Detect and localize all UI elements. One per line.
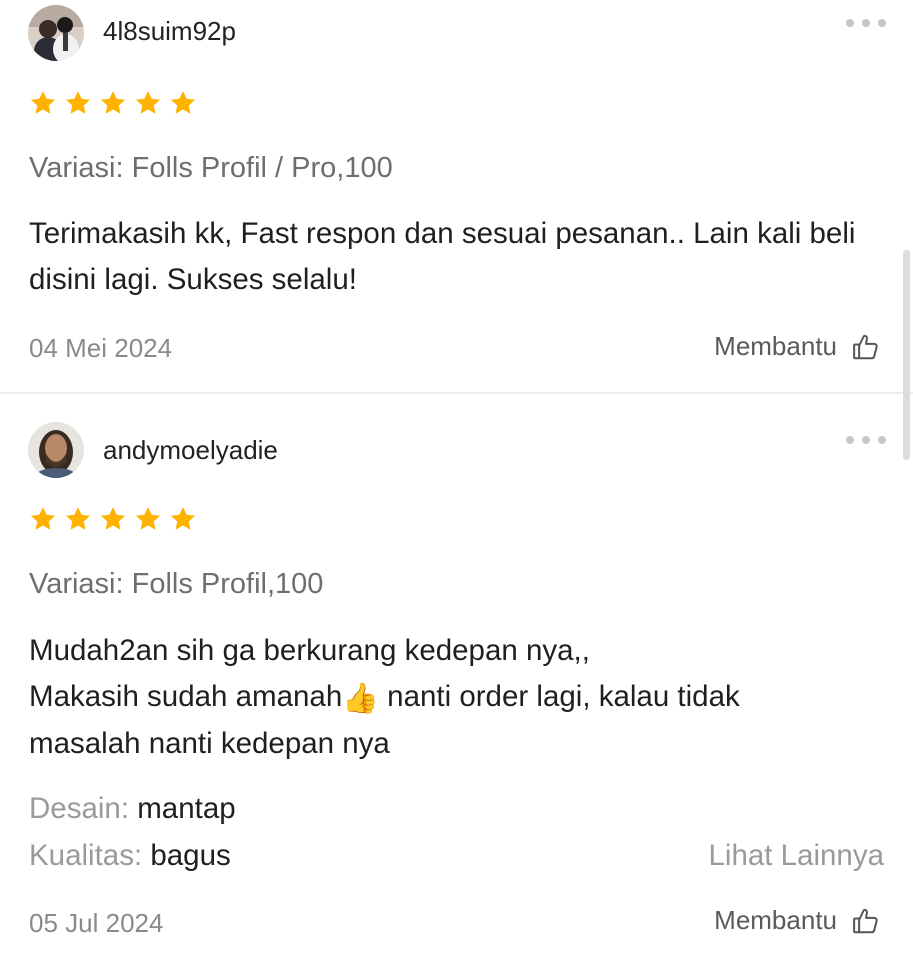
star-icon <box>100 507 126 530</box>
comment-line: masalah nanti kedepan nya <box>29 727 390 760</box>
star-icon <box>135 507 161 530</box>
comment-text: Makasih sudah amanah <box>29 680 343 713</box>
comment-line: Makasih sudah amanah👍 nanti order lagi, … <box>29 674 889 721</box>
review-date: 04 Mei 2024 <box>29 333 173 363</box>
review-comment: Terimakasih kk, Fast respon dan sesuai p… <box>29 217 856 296</box>
more-dots-icon[interactable] <box>846 16 886 30</box>
star-icon <box>100 91 126 114</box>
helpful-button[interactable]: Membantu <box>714 905 881 936</box>
star-icon <box>65 507 91 530</box>
attribute-design: Desain: mantap <box>29 792 236 826</box>
attribute-value: bagus <box>150 839 231 872</box>
avatar[interactable] <box>28 422 84 478</box>
star-icon <box>30 91 56 114</box>
review-date: 05 Jul 2024 <box>29 908 164 938</box>
reviewer-username[interactable]: 4l8suim92p <box>103 16 236 47</box>
scrollbar[interactable] <box>903 250 910 460</box>
review-card: andymoelyadie Variasi: Folls Profil,100 … <box>0 395 913 960</box>
attribute-label: Kualitas: <box>29 839 143 872</box>
see-more-link[interactable]: Lihat Lainnya <box>708 839 884 873</box>
star-rating <box>28 89 198 117</box>
star-icon <box>30 507 56 530</box>
star-icon <box>135 91 161 114</box>
thumbs-up-emoji: 👍 <box>342 681 379 715</box>
more-dots-icon[interactable] <box>846 433 886 447</box>
thumbs-up-outline-icon <box>853 334 878 359</box>
thumbs-up-outline-icon <box>853 908 878 933</box>
star-rating <box>28 505 198 533</box>
attribute-value: mantap <box>137 792 236 825</box>
variation-label: Variasi: Folls Profil / Pro,100 <box>29 152 393 184</box>
comment-text: nanti order lagi, kalau tidak <box>378 680 740 713</box>
avatar[interactable] <box>28 5 84 61</box>
star-icon <box>170 507 196 530</box>
helpful-label: Membantu <box>714 905 837 935</box>
attribute-label: Desain: <box>29 792 130 825</box>
review-comment: Mudah2an sih ga berkurang kedepan nya,, … <box>29 628 889 767</box>
star-icon <box>170 91 196 114</box>
variation-label: Variasi: Folls Profil,100 <box>29 568 324 600</box>
star-icon <box>65 91 91 114</box>
helpful-button[interactable]: Membantu <box>714 331 881 362</box>
attribute-quality: Kualitas: bagus <box>29 839 231 873</box>
comment-line: Mudah2an sih ga berkurang kedepan nya,, <box>29 634 590 667</box>
reviewer-username[interactable]: andymoelyadie <box>103 435 278 466</box>
helpful-label: Membantu <box>714 331 837 361</box>
review-divider <box>0 392 913 394</box>
review-card: 4l8suim92p Variasi: Folls Profil / Pro,1… <box>0 0 913 392</box>
